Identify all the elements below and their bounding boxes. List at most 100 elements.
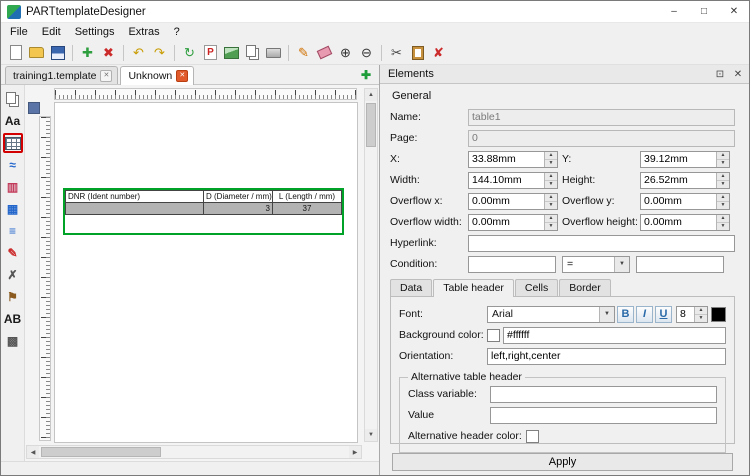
cells-tool-icon[interactable]: ▩	[3, 331, 23, 351]
pin-tool-icon[interactable]: ⚑	[3, 287, 23, 307]
condition-input[interactable]	[468, 255, 556, 273]
spin-down-icon[interactable]	[545, 158, 557, 167]
y-input[interactable]	[640, 150, 730, 168]
tab-table-header[interactable]: Table header	[433, 279, 514, 297]
close-icon[interactable]: ✕	[719, 1, 749, 22]
overflow-y-input[interactable]	[640, 192, 730, 210]
label-tool-icon[interactable]: AB	[3, 309, 23, 329]
menu-file[interactable]: File	[3, 25, 35, 39]
tab-close-icon[interactable]: ✕	[176, 70, 189, 82]
hyperlink-input[interactable]	[468, 234, 735, 252]
grid-tool-icon[interactable]: ▦	[3, 199, 23, 219]
vertical-scrollbar[interactable]: ▲ ▼	[364, 88, 378, 442]
add-icon[interactable]: ✚	[78, 43, 97, 62]
menu-extras[interactable]: Extras	[121, 25, 166, 39]
spin-down-icon[interactable]	[695, 313, 707, 322]
eraser-icon[interactable]	[315, 43, 334, 62]
curve-tool-icon[interactable]: ≈	[3, 155, 23, 175]
bold-button[interactable]: B	[617, 305, 634, 323]
spin-up-icon[interactable]	[545, 193, 557, 201]
redo-icon[interactable]: ↷	[150, 43, 169, 62]
tab-data[interactable]: Data	[390, 279, 433, 296]
font-select[interactable]: Arial	[487, 305, 615, 323]
menu-help[interactable]: ?	[167, 25, 187, 39]
scroll-up-icon[interactable]: ▲	[365, 89, 377, 101]
spin-up-icon[interactable]	[545, 214, 557, 222]
list-tool-icon[interactable]: ≡	[3, 221, 23, 241]
spin-up-icon[interactable]	[717, 151, 729, 159]
spin-down-icon[interactable]	[545, 221, 557, 230]
cross-tool-icon[interactable]: ✗	[3, 265, 23, 285]
text-tool-icon[interactable]: Aa	[3, 111, 23, 131]
add-tab-icon[interactable]: ✚	[361, 68, 371, 82]
delete-icon[interactable]: ✘	[429, 43, 448, 62]
spin-up-icon[interactable]	[717, 193, 729, 201]
class-variable-input[interactable]	[490, 385, 717, 403]
spin-down-icon[interactable]	[717, 179, 729, 188]
close-panel-icon[interactable]: ✕	[731, 67, 745, 81]
tab-cells[interactable]: Cells	[514, 279, 559, 296]
tab-border[interactable]: Border	[559, 279, 611, 296]
spin-down-icon[interactable]	[717, 200, 729, 209]
cut-icon[interactable]: ✂	[387, 43, 406, 62]
remove-icon[interactable]: ✖	[99, 43, 118, 62]
pages-tool-icon[interactable]	[3, 89, 23, 109]
vertical-scroll-thumb[interactable]	[366, 103, 376, 147]
spin-down-icon[interactable]	[717, 158, 729, 167]
tab-training1-template[interactable]: training1.template ✕	[5, 66, 119, 84]
zoom-out-icon[interactable]: ⊖	[357, 43, 376, 62]
spin-up-icon[interactable]	[545, 151, 557, 159]
scroll-right-icon[interactable]: ▶	[349, 446, 361, 458]
background-color-swatch[interactable]	[487, 328, 500, 342]
spin-up-icon[interactable]	[717, 214, 729, 222]
tab-unknown[interactable]: Unknown ✕	[120, 66, 195, 85]
zoom-in-icon[interactable]: ⊕	[336, 43, 355, 62]
export-pdf-icon[interactable]	[201, 43, 220, 62]
overflow-height-input[interactable]	[640, 213, 730, 231]
x-input[interactable]	[468, 150, 558, 168]
orientation-input[interactable]	[487, 347, 726, 365]
alt-value-input[interactable]	[490, 406, 717, 424]
apply-button[interactable]: Apply	[392, 453, 733, 471]
table-tool-icon[interactable]	[2, 133, 23, 153]
condition-operator-select[interactable]: =	[562, 255, 630, 273]
new-document-icon[interactable]	[6, 43, 25, 62]
stamp-tool-icon[interactable]: ▥	[3, 177, 23, 197]
menu-edit[interactable]: Edit	[35, 25, 68, 39]
spin-up-icon[interactable]	[695, 306, 707, 314]
spin-up-icon[interactable]	[717, 172, 729, 180]
canvas[interactable]: DNR (Ident number) D (Diameter / mm) L (…	[25, 85, 379, 461]
float-panel-icon[interactable]: ⊡	[713, 67, 727, 81]
width-input[interactable]	[468, 171, 558, 189]
font-size-input[interactable]	[676, 305, 708, 323]
height-input[interactable]	[640, 171, 730, 189]
open-icon[interactable]	[27, 43, 46, 62]
copy-page-icon[interactable]	[243, 43, 262, 62]
horizontal-scroll-thumb[interactable]	[41, 447, 161, 457]
font-color-swatch[interactable]	[711, 306, 726, 322]
condition-value-input[interactable]	[636, 255, 724, 273]
scroll-down-icon[interactable]: ▼	[365, 429, 377, 441]
print-icon[interactable]	[264, 43, 283, 62]
selected-table-element[interactable]: DNR (Ident number) D (Diameter / mm) L (…	[63, 188, 344, 235]
tab-close-icon[interactable]: ✕	[100, 69, 113, 82]
overflow-x-input[interactable]	[468, 192, 558, 210]
menu-settings[interactable]: Settings	[68, 25, 122, 39]
horizontal-scrollbar[interactable]: ◀ ▶	[26, 445, 362, 459]
spin-down-icon[interactable]	[717, 221, 729, 230]
undo-icon[interactable]: ↶	[129, 43, 148, 62]
scroll-left-icon[interactable]: ◀	[27, 446, 39, 458]
pencil-tool-icon[interactable]: ✎	[3, 243, 23, 263]
export-image-icon[interactable]	[222, 43, 241, 62]
minimize-icon[interactable]: –	[659, 1, 689, 22]
italic-button[interactable]: I	[636, 305, 653, 323]
background-color-input[interactable]	[503, 326, 726, 344]
template-page[interactable]: DNR (Ident number) D (Diameter / mm) L (…	[54, 102, 358, 443]
alternative-header-color-swatch[interactable]	[525, 429, 539, 443]
pencil-icon[interactable]: ✎	[294, 43, 313, 62]
spin-down-icon[interactable]	[545, 179, 557, 188]
spin-up-icon[interactable]	[545, 172, 557, 180]
spin-down-icon[interactable]	[545, 200, 557, 209]
overflow-width-input[interactable]	[468, 213, 558, 231]
paste-icon[interactable]	[408, 43, 427, 62]
